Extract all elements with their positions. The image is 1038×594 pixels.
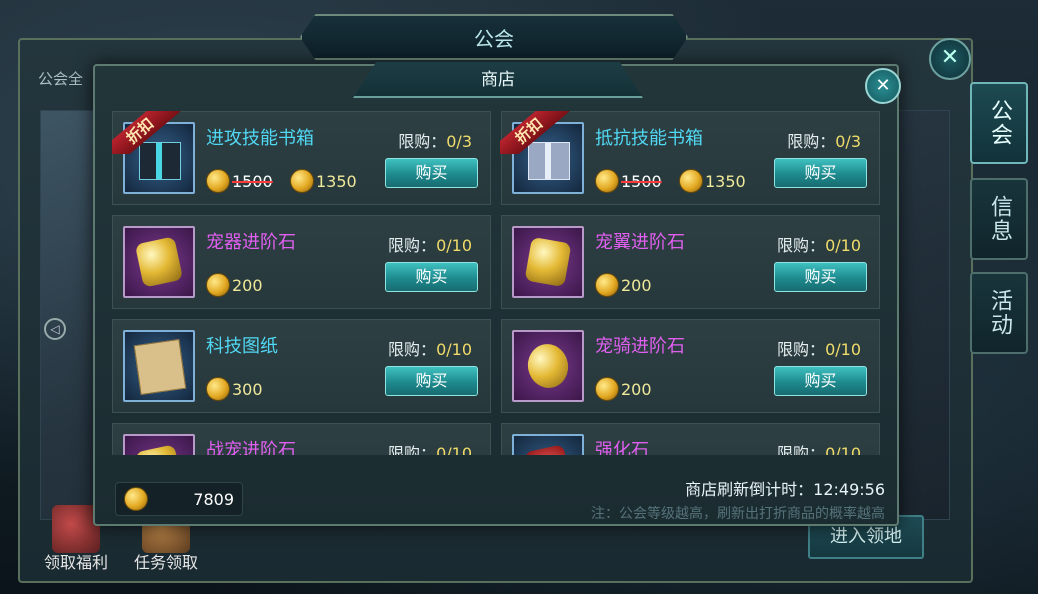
gem-stone-icon [123, 226, 195, 298]
arrow-left-icon[interactable]: ◁ [44, 318, 66, 340]
buy-button[interactable]: 购买 [385, 366, 478, 396]
gem-stone-icon [123, 434, 195, 455]
tab-guild[interactable]: 公会 [970, 82, 1028, 164]
item-name: 强化石 [595, 440, 649, 455]
shop-item: 折扣 进攻技能书箱 限购：0/3 1500 1350 购买 [112, 111, 491, 205]
item-name: 宠器进阶石 [206, 232, 296, 253]
item-name: 进攻技能书箱 [206, 128, 314, 149]
item-name: 科技图纸 [206, 336, 278, 357]
welfare-label: 领取福利 [43, 553, 108, 572]
shop-item: 宠器进阶石 限购：0/10 200 购买 [112, 215, 491, 309]
item-price: 200 [595, 273, 652, 297]
item-limit: 限购：0/3 [787, 132, 861, 151]
balance-value: 7809 [193, 489, 234, 509]
item-name: 宠翼进阶石 [595, 232, 685, 253]
refresh-countdown: 商店刷新倒计时：12:49:56 [685, 480, 885, 499]
discount-price: 1350 [679, 169, 746, 193]
guild-title-bar: 公会 [300, 14, 688, 60]
item-price: 200 [595, 377, 652, 401]
item-limit: 限购：0/10 [777, 340, 861, 359]
shop-item: 宠骑进阶石 限购：0/10 200 购买 [501, 319, 880, 413]
gold-coin-icon [206, 273, 230, 297]
gold-coin-icon [290, 169, 314, 193]
item-limit: 限购：0/10 [777, 236, 861, 255]
item-limit: 限购：0/10 [388, 236, 472, 255]
buy-button[interactable]: 购买 [774, 366, 867, 396]
currency-balance: 7809 [115, 482, 243, 516]
item-limit: 限购：0/3 [398, 132, 472, 151]
buy-button[interactable]: 购买 [385, 158, 478, 188]
gem-stone-icon [512, 226, 584, 298]
buy-button[interactable]: 购买 [774, 158, 867, 188]
gold-coin-icon [595, 273, 619, 297]
original-price: 1500 [595, 169, 662, 193]
shop-item: 折扣 抵抗技能书箱 限购：0/3 1500 1350 购买 [500, 111, 880, 205]
guild-title: 公会 [474, 27, 514, 51]
gold-coin-icon [124, 487, 148, 511]
buy-button[interactable]: 购买 [385, 262, 478, 292]
shop-title: 商店 [481, 70, 515, 90]
blueprint-icon [123, 330, 195, 402]
item-name: 抵抗技能书箱 [595, 128, 703, 149]
shop-title-bar: 商店 [353, 62, 643, 98]
item-name: 宠骑进阶石 [595, 336, 685, 357]
item-price: 200 [206, 273, 263, 297]
shop-item: 科技图纸 限购：0/10 300 购买 [112, 319, 491, 413]
shop-item: 战宠进阶石 限购：0/10 [112, 423, 491, 455]
gold-coin-icon [679, 169, 703, 193]
gold-coin-icon [595, 169, 619, 193]
original-price: 1500 [206, 169, 273, 193]
tab-info[interactable]: 信息 [970, 178, 1028, 260]
gem-stone-icon [512, 330, 584, 402]
gold-coin-icon [206, 169, 230, 193]
gem-stone-icon [512, 434, 584, 455]
discount-price: 1350 [290, 169, 357, 193]
shop-item: 宠翼进阶石 限购：0/10 200 购买 [501, 215, 880, 309]
close-icon[interactable]: ✕ [929, 38, 971, 80]
gold-coin-icon [595, 377, 619, 401]
item-limit: 限购：0/10 [388, 340, 472, 359]
shop-item-grid: 折扣 进攻技能书箱 限购：0/3 1500 1350 购买 折扣 抵抗技能书箱 … [112, 111, 882, 455]
tab-activity[interactable]: 活动 [970, 272, 1028, 354]
task-label: 任务领取 [133, 553, 198, 572]
discount-ribbon: 折扣 [112, 111, 181, 154]
item-name: 战宠进阶石 [206, 440, 296, 455]
buy-button[interactable]: 购买 [774, 262, 867, 292]
close-icon[interactable]: ✕ [865, 68, 901, 104]
guild-label: 公会全 [38, 70, 84, 88]
item-limit: 限购：0/10 [388, 444, 472, 455]
item-price: 300 [206, 377, 263, 401]
discount-ribbon: 折扣 [500, 111, 570, 154]
shop-item: 强化石 限购：0/10 [501, 423, 880, 455]
shop-dialog: 商店 ✕ 折扣 进攻技能书箱 限购：0/3 1500 1350 购买 折扣 抵抗… [93, 62, 901, 526]
shop-note: 注：公会等级越高，刷新出打折商品的概率越高 [591, 506, 885, 522]
gold-coin-icon [206, 377, 230, 401]
item-limit: 限购：0/10 [777, 444, 861, 455]
